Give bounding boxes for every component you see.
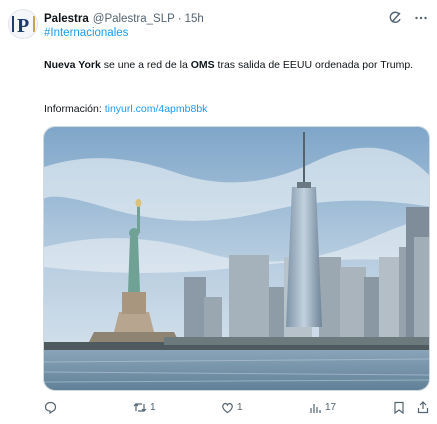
like-count: 1 (237, 402, 243, 413)
tweet[interactable]: P Palestra @Palestra_SLP · 15h #Internac… (0, 0, 437, 424)
text-part: se une a red de la (100, 59, 191, 71)
top-actions (387, 10, 429, 26)
bookmark-icon (393, 401, 405, 414)
like-button[interactable]: 1 (221, 401, 243, 414)
svg-text:P: P (17, 15, 29, 37)
grok-icon[interactable] (387, 10, 403, 26)
tweet-header: Palestra @Palestra_SLP · 15h (44, 10, 204, 28)
separator: · (177, 13, 182, 25)
retweet-button[interactable]: 1 (133, 401, 156, 414)
views-button[interactable]: 17 (309, 401, 336, 414)
text-bold-city: Nueva York (44, 59, 101, 71)
nyc-skyline-photo (44, 127, 429, 390)
text-part-end: tras salida de EEUU ordenada por Trump. (214, 59, 414, 71)
tweet-image[interactable] (43, 126, 430, 391)
timestamp[interactable]: 15h (185, 13, 204, 25)
more-icon[interactable] (413, 10, 429, 26)
share-icon (417, 401, 429, 414)
avatar[interactable]: P (8, 9, 38, 39)
bookmark-button[interactable] (393, 401, 405, 414)
hashtag-link[interactable]: #Internacionales (44, 27, 128, 39)
info-link[interactable]: tinyurl.com/4apmb8bk (105, 103, 208, 115)
info-label: Información: (44, 103, 105, 115)
heart-icon (221, 401, 234, 414)
share-button[interactable] (417, 401, 429, 414)
author-handle[interactable]: @Palestra_SLP (93, 13, 175, 25)
reply-button[interactable] (44, 401, 60, 414)
reply-icon (44, 401, 57, 414)
views-count: 17 (325, 402, 337, 413)
views-icon (309, 401, 322, 414)
tweet-text: Nueva York se une a red de la OMS tras s… (44, 58, 424, 72)
retweet-count: 1 (150, 402, 156, 413)
palestra-logo: P (9, 10, 37, 38)
author-name[interactable]: Palestra (44, 13, 89, 25)
action-bar: 1 1 17 (0, 401, 437, 419)
text-bold-oms: OMS (190, 59, 215, 71)
retweet-icon (133, 401, 147, 414)
info-line: Información: tinyurl.com/4apmb8bk (44, 103, 207, 115)
